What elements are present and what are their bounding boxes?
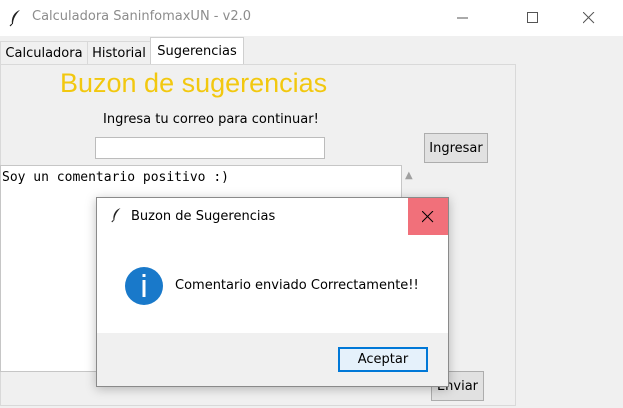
close-icon xyxy=(422,210,434,222)
aceptar-button[interactable]: Aceptar xyxy=(338,347,428,372)
page-title: Buzon de sugerencias xyxy=(60,68,328,98)
minimize-button[interactable] xyxy=(440,0,486,36)
tab-calculadora[interactable]: Calculadora xyxy=(0,41,88,64)
tab-historial[interactable]: Historial xyxy=(87,41,151,64)
feather-icon xyxy=(9,10,20,27)
maximize-icon xyxy=(527,12,538,23)
title-bar: Calculadora SaninfomaxUN - v2.0 xyxy=(0,0,623,36)
info-icon xyxy=(125,267,163,305)
ingresar-button[interactable]: Ingresar xyxy=(424,133,488,163)
message-dialog: Buzon de Sugerencias Comentario enviado … xyxy=(96,197,449,387)
close-button[interactable] xyxy=(566,0,612,36)
email-field[interactable] xyxy=(95,137,325,159)
tab-sugerencias[interactable]: Sugerencias xyxy=(150,37,244,65)
close-icon xyxy=(583,12,595,24)
email-prompt-label: Ingresa tu correo para continuar! xyxy=(103,112,319,127)
dialog-close-button[interactable] xyxy=(408,198,448,235)
maximize-button[interactable] xyxy=(510,0,556,36)
scroll-up-arrow-icon[interactable]: ▲ xyxy=(405,170,413,181)
dialog-message: Comentario enviado Correctamente!! xyxy=(175,278,419,293)
comment-text: Soy un comentario positivo :) xyxy=(2,170,229,185)
dialog-footer: Aceptar xyxy=(97,333,448,386)
window-title: Calculadora SaninfomaxUN - v2.0 xyxy=(32,9,251,24)
feather-icon xyxy=(111,208,121,223)
minimize-icon xyxy=(457,17,468,19)
dialog-title: Buzon de Sugerencias xyxy=(131,209,276,224)
